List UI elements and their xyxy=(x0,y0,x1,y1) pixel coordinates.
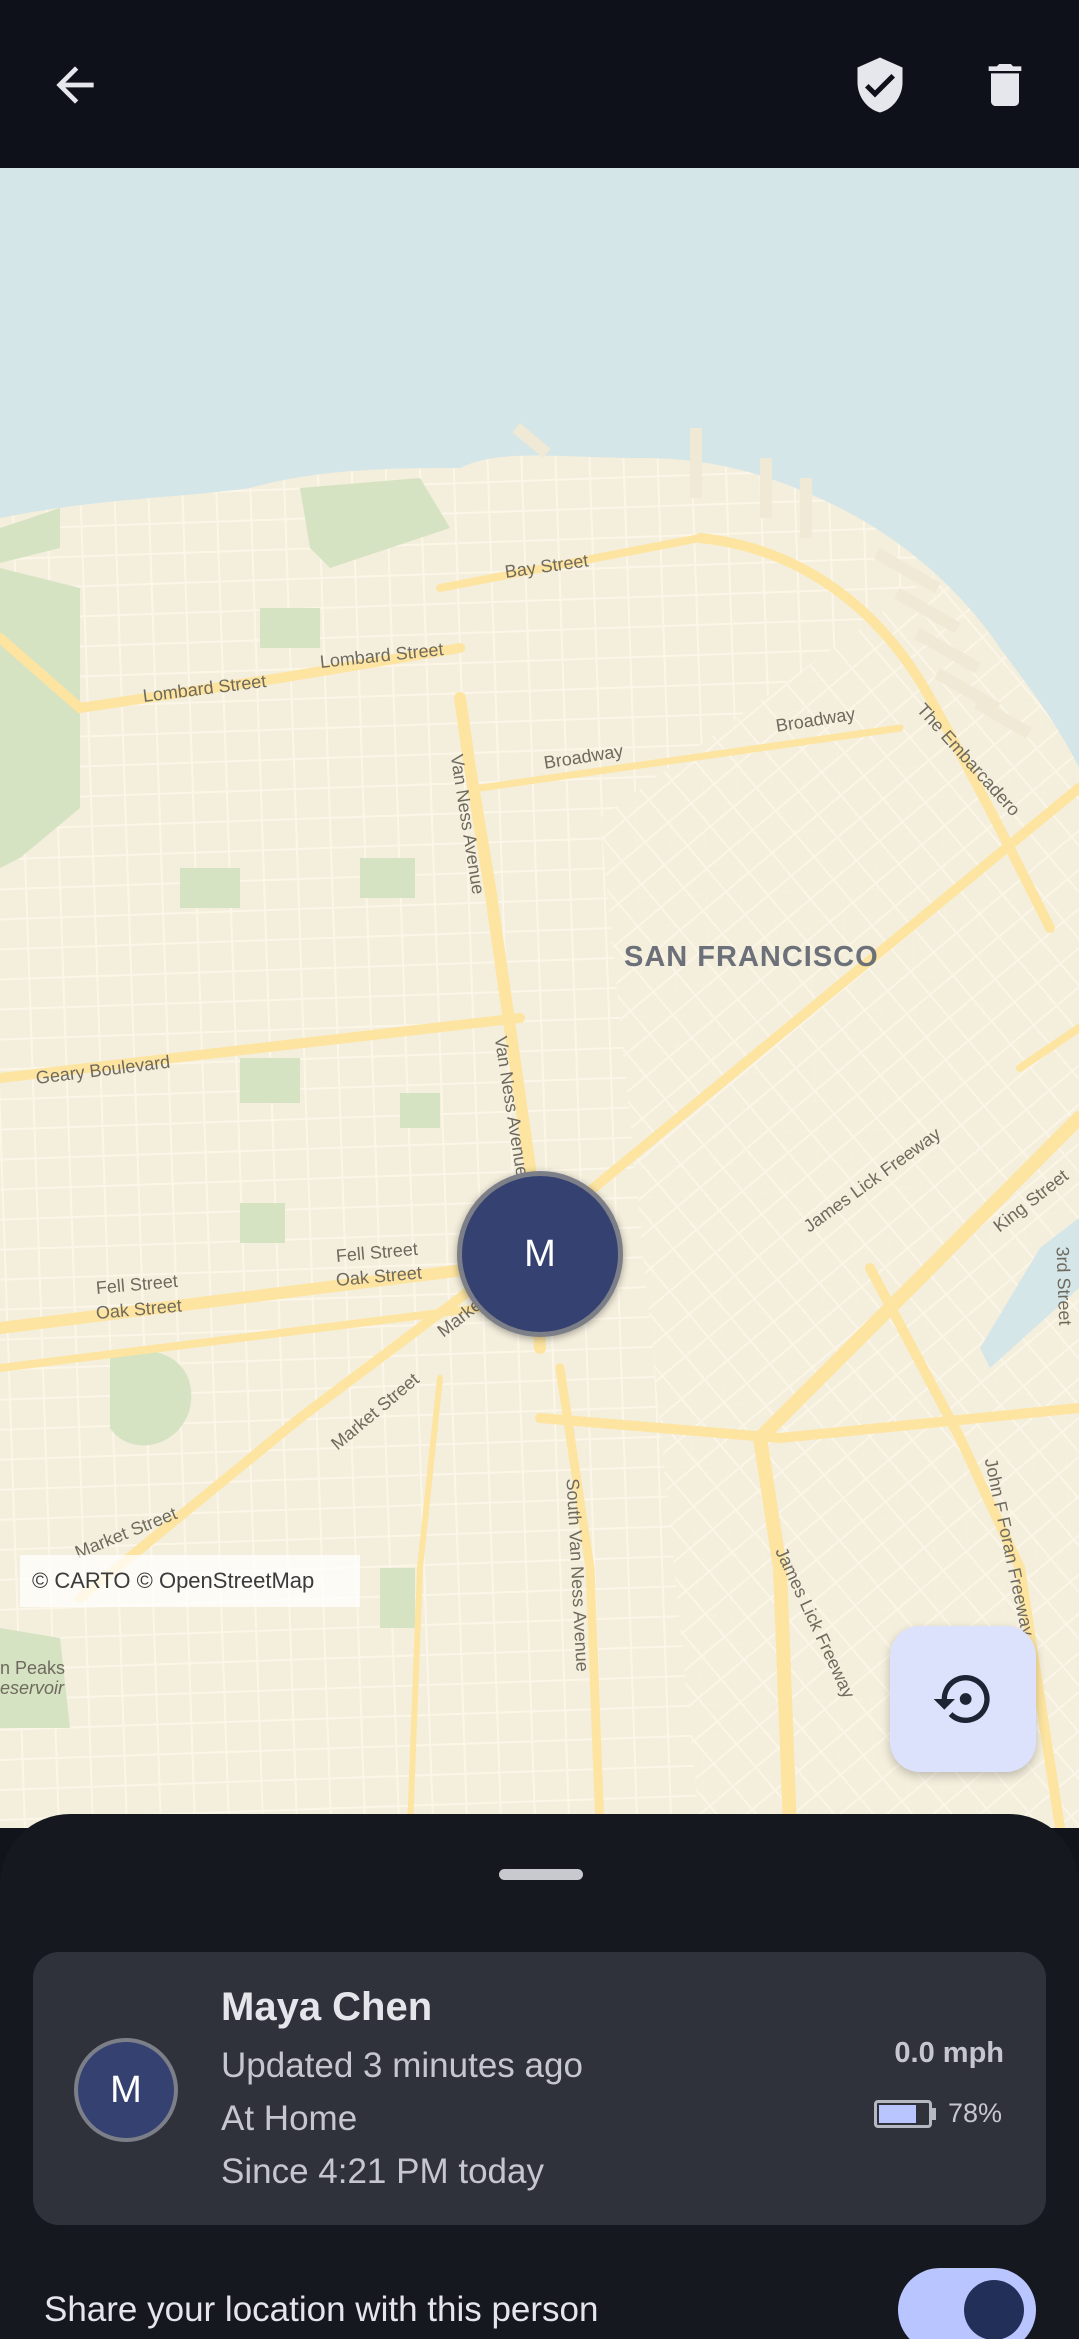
battery-icon xyxy=(874,2099,932,2128)
street-label-3rd: 3rd Street xyxy=(1052,1246,1076,1326)
battery-level-fill xyxy=(879,2104,917,2123)
map-attribution: © CARTO © OpenStreetMap xyxy=(20,1555,360,1607)
avatar: M xyxy=(74,2038,178,2142)
place-text: At Home xyxy=(221,2099,358,2138)
last-updated-text: Updated 3 minutes ago xyxy=(221,2046,583,2085)
avatar-initial: M xyxy=(110,2068,142,2111)
back-button[interactable] xyxy=(30,40,120,130)
share-location-toggle[interactable] xyxy=(898,2268,1036,2339)
battery-indicator: 78% xyxy=(874,2098,1002,2129)
marker-initial: M xyxy=(524,1232,556,1275)
speed-text: 0.0 mph xyxy=(894,2037,1004,2069)
battery-percent: 78% xyxy=(948,2098,1003,2128)
trust-button[interactable] xyxy=(835,40,925,130)
since-text: Since 4:21 PM today xyxy=(221,2152,544,2191)
share-location-label: Share your location with this person xyxy=(44,2290,599,2329)
person-name: Maya Chen xyxy=(221,1985,433,2029)
city-label: SAN FRANCISCO xyxy=(624,941,879,973)
toggle-knob xyxy=(964,2280,1024,2339)
person-map-marker[interactable]: M xyxy=(457,1171,623,1337)
place-label-twin-peaks: n Peaks xyxy=(0,1658,66,1678)
arrow-left-icon xyxy=(56,66,94,104)
shield-check-icon xyxy=(857,57,903,113)
place-label-reservoir: eservoir xyxy=(0,1678,65,1698)
location-history-button[interactable] xyxy=(890,1626,1036,1772)
battery-tip xyxy=(932,2107,936,2120)
trash-icon xyxy=(988,64,1022,106)
delete-button[interactable] xyxy=(960,40,1050,130)
sheet-drag-handle[interactable] xyxy=(499,1869,583,1880)
history-icon xyxy=(933,1675,990,1723)
top-app-bar xyxy=(0,0,1079,168)
